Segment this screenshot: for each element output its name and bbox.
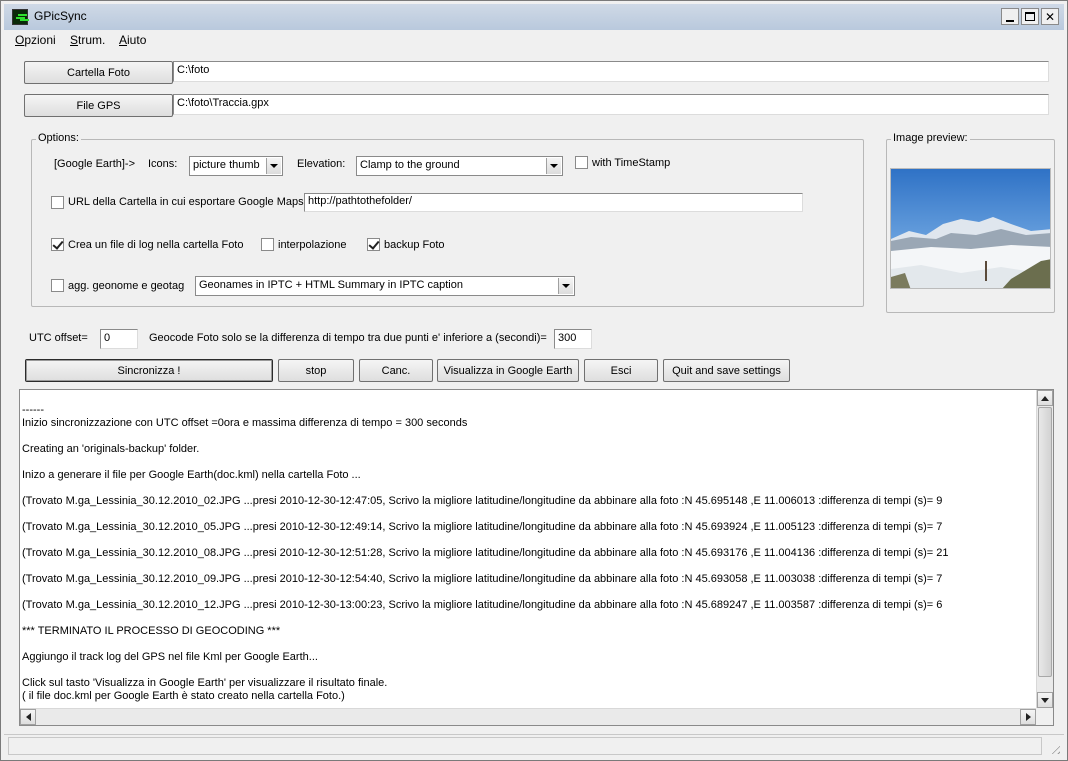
chevron-down-icon[interactable] [558, 278, 573, 294]
horizontal-scrollbar[interactable] [20, 708, 1036, 725]
scroll-thumb[interactable] [1038, 407, 1052, 677]
scroll-down-button[interactable] [1037, 692, 1053, 708]
log-line: *** TERMINATO IL PROCESSO DI GEOCODING *… [22, 625, 281, 637]
sync-button[interactable]: Sincronizza ! [25, 359, 273, 382]
timestamp-checkbox[interactable] [575, 156, 588, 169]
geonames-label: agg. geonome e geotag [68, 280, 185, 292]
log-line: (Trovato M.ga_Lessinia_30.12.2010_12.JPG… [22, 599, 943, 611]
utc-offset-field[interactable]: 0 [100, 329, 138, 349]
maximize-icon [1025, 12, 1035, 21]
scroll-right-button[interactable] [1020, 709, 1036, 725]
gmaps-url-label: URL della Cartella in cui esportare Goog… [68, 196, 311, 208]
status-panel [8, 737, 1042, 755]
log-file-label: Crea un file di log nella cartella Foto [68, 239, 244, 251]
close-icon: ✕ [1044, 9, 1056, 24]
log-line: Click sul tasto 'Visualizza in Google Ea… [22, 677, 388, 689]
geonames-checkbox[interactable] [51, 279, 64, 292]
gps-file-button[interactable]: File GPS [24, 94, 173, 117]
vertical-scrollbar[interactable] [1036, 390, 1053, 708]
log-line: (Trovato M.ga_Lessinia_30.12.2010_09.JPG… [22, 573, 943, 585]
view-google-earth-button[interactable]: Visualizza in Google Earth [437, 359, 579, 382]
gps-file-field[interactable]: C:\foto\Traccia.gpx [173, 94, 1049, 115]
minimize-button[interactable] [1001, 8, 1019, 25]
elevation-select-value: Clamp to the ground [360, 159, 460, 171]
stop-button[interactable]: stop [278, 359, 354, 382]
log-line: (Trovato M.ga_Lessinia_30.12.2010_05.JPG… [22, 521, 943, 533]
backup-checkbox[interactable] [367, 238, 380, 251]
app-icon [12, 9, 28, 25]
image-preview-legend: Image preview: [891, 132, 970, 144]
app-window: GPicSync ✕ Opzioni Strum. Aiuto Cartella… [0, 0, 1068, 761]
log-line: Aggiungo il track log del GPS nel file K… [22, 651, 318, 663]
arrow-down-icon [1041, 697, 1049, 703]
scroll-left-button[interactable] [20, 709, 36, 725]
backup-label: backup Foto [384, 239, 445, 251]
menu-opzioni[interactable]: Opzioni [15, 33, 56, 47]
log-line: (Trovato M.ga_Lessinia_30.12.2010_08.JPG… [22, 547, 949, 559]
geocode-threshold-field[interactable]: 300 [554, 329, 592, 349]
window-title: GPicSync [34, 9, 87, 23]
log-line: (Trovato M.ga_Lessinia_30.12.2010_02.JPG… [22, 495, 943, 507]
log-line: Inizo a generare il file per Google Eart… [22, 469, 361, 481]
log-line: Creating an 'originals-backup' folder. [22, 443, 200, 455]
elevation-label: Elevation: [297, 158, 346, 170]
arrow-left-icon [25, 713, 31, 721]
options-legend: Options: [36, 132, 81, 144]
preview-photo [891, 169, 1050, 288]
arrow-right-icon [1025, 713, 1031, 721]
close-button[interactable]: ✕ [1041, 8, 1059, 25]
geonames-select-value: Geonames in IPTC + HTML Summary in IPTC … [199, 279, 463, 291]
menu-strum[interactable]: Strum. [70, 33, 105, 47]
scroll-up-button[interactable] [1037, 390, 1053, 406]
utc-offset-label: UTC offset= [29, 332, 88, 344]
minimize-icon [1006, 19, 1014, 22]
exit-button[interactable]: Esci [584, 359, 658, 382]
log-text: ------ Inizio sincronizzazione con UTC of… [22, 404, 1034, 704]
timestamp-label: with TimeStamp [592, 157, 671, 169]
chevron-down-icon[interactable] [546, 158, 561, 174]
geocode-threshold-label: Geocode Foto solo se la differenza di te… [149, 332, 547, 344]
icons-label: Icons: [148, 158, 178, 170]
chevron-down-icon[interactable] [266, 158, 281, 174]
status-bar [4, 734, 1064, 758]
log-file-checkbox[interactable] [51, 238, 64, 251]
gmaps-url-field[interactable]: http://pathtothefolder/ [304, 193, 803, 212]
interpolation-checkbox[interactable] [261, 238, 274, 251]
log-textarea[interactable]: ------ Inizio sincronizzazione con UTC of… [19, 389, 1054, 726]
cancel-button[interactable]: Canc. [359, 359, 433, 382]
scroll-corner [1036, 708, 1053, 725]
title-bar[interactable]: GPicSync ✕ [4, 4, 1064, 30]
icons-select-value: picture thumb [193, 159, 260, 171]
geonames-select[interactable]: Geonames in IPTC + HTML Summary in IPTC … [195, 276, 575, 296]
photo-folder-button[interactable]: Cartella Foto [24, 61, 173, 84]
google-earth-label: [Google Earth]-> [54, 158, 136, 170]
arrow-up-icon [1041, 395, 1049, 401]
log-line: ( il file doc.kml per Google Earth è sta… [22, 690, 345, 702]
log-line: ------ [22, 404, 44, 416]
photo-folder-field[interactable]: C:\foto [173, 61, 1049, 82]
icons-select[interactable]: picture thumb [189, 156, 283, 176]
gmaps-url-checkbox[interactable] [51, 196, 64, 209]
image-preview [890, 168, 1051, 289]
menu-bar: Opzioni Strum. Aiuto [4, 30, 1064, 50]
quit-save-button[interactable]: Quit and save settings [663, 359, 790, 382]
elevation-select[interactable]: Clamp to the ground [356, 156, 563, 176]
maximize-button[interactable] [1021, 8, 1039, 25]
resize-grip-icon[interactable] [1048, 742, 1060, 754]
interpolation-label: interpolazione [278, 239, 347, 251]
log-line: Inizio sincronizzazione con UTC offset =… [22, 417, 468, 429]
menu-aiuto[interactable]: Aiuto [119, 33, 146, 47]
